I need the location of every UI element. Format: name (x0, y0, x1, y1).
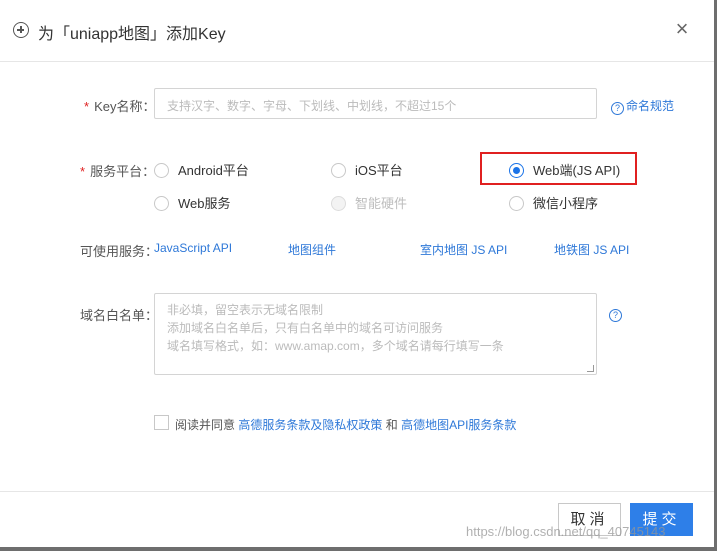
services-label: 可使用服务： (80, 244, 159, 259)
service-map-component[interactable]: 地图组件 (288, 241, 336, 258)
placeholder-line: 非必填，留空表示无域名限制 (167, 303, 324, 317)
question-circle-icon: ? (611, 102, 624, 115)
radio-smart-hardware-label: 智能硬件 (355, 196, 408, 211)
agreement-text: 阅读并同意 高德服务条款及隐私权政策 和 高德地图API服务条款 (175, 418, 517, 432)
radio-circle-disabled (331, 196, 346, 211)
domain-whitelist-label: 域名白名单： (80, 308, 159, 323)
plus-circle-icon (13, 22, 29, 38)
placeholder-line: 域名填写格式，如：www.amap.com，多个域名请每行填写一条 (167, 339, 504, 353)
radio-ios-label: iOS平台 (355, 163, 403, 178)
close-button[interactable]: × (672, 18, 692, 40)
naming-rule-link[interactable]: ? 命名规范 (611, 97, 674, 115)
add-key-dialog: 为「uniapp地图」添加Key × * Key名称： 支持汉字、数字、字母、下划… (0, 0, 717, 547)
radio-wechat-mini-program-label: 微信小程序 (533, 196, 599, 211)
platform-label: * 服务平台： (80, 164, 156, 179)
dialog-title: 为「uniapp地图」添加Key (38, 26, 226, 43)
service-subway-map[interactable]: 地铁图 JS API (554, 241, 629, 258)
backdrop-strip (0, 547, 717, 551)
question-circle-icon: ? (609, 309, 622, 322)
radio-circle[interactable] (154, 196, 169, 211)
radio-circle[interactable] (154, 163, 169, 178)
agree-checkbox[interactable] (154, 415, 169, 430)
domain-whitelist-textarea[interactable]: 非必填，留空表示无域名限制 添加域名白名单后，只有白名单中的域名可访问服务 域名… (154, 293, 597, 375)
placeholder-line: 添加域名白名单后，只有白名单中的域名可访问服务 (167, 321, 444, 335)
key-name-label: * Key名称： (84, 99, 156, 114)
key-name-placeholder: 支持汉字、数字、字母、下划线、中划线，不超过15个 (167, 99, 457, 113)
radio-web-service-label: Web服务 (178, 196, 231, 211)
domain-help-button[interactable]: ? (609, 306, 624, 322)
selected-highlight-box (480, 152, 637, 185)
api-terms-link[interactable]: 高德地图API服务条款 (401, 418, 516, 432)
resize-handle[interactable] (587, 365, 594, 372)
radio-circle[interactable] (331, 163, 346, 178)
terms-privacy-link[interactable]: 高德服务条款及隐私权政策 (238, 418, 382, 432)
service-javascript-api[interactable]: JavaScript API (154, 241, 232, 255)
watermark: https://blog.csdn.net/qq_40745143 (466, 524, 666, 539)
service-indoor-map[interactable]: 室内地图 JS API (420, 241, 507, 258)
dialog-header: 为「uniapp地图」添加Key × (0, 0, 714, 62)
key-name-input[interactable]: 支持汉字、数字、字母、下划线、中划线，不超过15个 (154, 88, 597, 119)
radio-android-label: Android平台 (178, 163, 249, 178)
radio-circle[interactable] (509, 196, 524, 211)
